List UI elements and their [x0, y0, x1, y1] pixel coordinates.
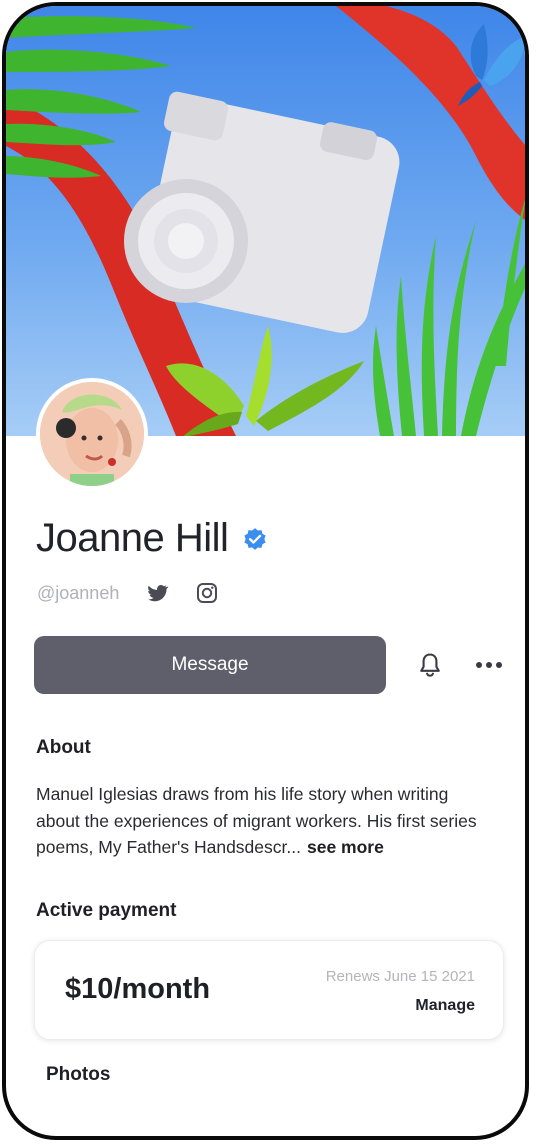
cover-image	[6, 6, 525, 436]
photos-heading: Photos	[46, 1064, 111, 1085]
payment-price: $10/month	[65, 973, 211, 1005]
avatar[interactable]	[36, 378, 148, 490]
payment-card: $10/month Renews June 15 2021 Manage	[34, 940, 504, 1040]
twitter-icon[interactable]	[145, 581, 169, 605]
avatar-photo	[40, 382, 144, 486]
about-heading: About	[36, 737, 91, 758]
phone-mockup: Joanne Hill @joanneh Message About Manue…	[0, 0, 537, 1148]
active-payment-heading: Active payment	[36, 900, 177, 921]
handle-row: @joanneh	[37, 581, 219, 605]
see-more-link[interactable]: see more	[307, 837, 384, 857]
instagram-icon[interactable]	[195, 581, 219, 605]
phone-screen: Joanne Hill @joanneh Message About Manue…	[2, 2, 529, 1140]
name-row: Joanne Hill	[36, 516, 268, 561]
renewal-date: Renews June 15 2021	[325, 968, 475, 985]
about-text: Manuel Iglesias draws from his life stor…	[36, 781, 486, 861]
about-body: Manuel Iglesias draws from his life stor…	[36, 784, 477, 857]
manage-button[interactable]: Manage	[415, 997, 475, 1015]
message-button[interactable]: Message	[34, 636, 386, 694]
bell-icon[interactable]	[416, 651, 444, 679]
more-horizontal-icon[interactable]	[474, 658, 504, 672]
profile-name: Joanne Hill	[36, 516, 229, 560]
cover-illustration	[6, 6, 525, 436]
profile-handle: @joanneh	[37, 582, 120, 603]
verified-badge-icon	[244, 527, 267, 550]
